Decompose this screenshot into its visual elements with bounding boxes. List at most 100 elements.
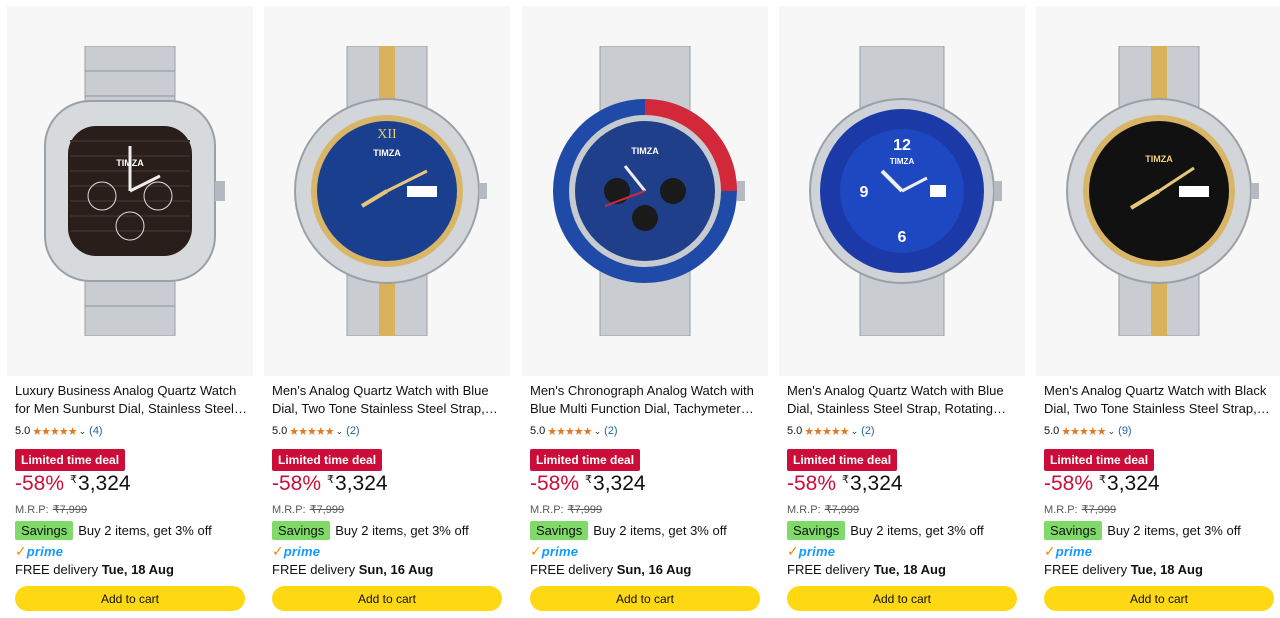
product-title[interactable]: Men's Analog Quartz Watch with Black Dia… [1044,382,1278,418]
svg-text:TIMZA: TIMZA [1145,154,1173,164]
star-rating-icon[interactable]: ★★★★★ [32,425,77,438]
savings-offer: Savings Buy 2 items, get 3% off [15,521,212,540]
add-to-cart-button[interactable]: Add to cart [272,586,502,611]
product-image[interactable]: TIMZA [7,6,253,376]
mrp-value: ₹7,999 [52,504,88,516]
svg-text:9: 9 [860,184,869,201]
product-title[interactable]: Men's Analog Quartz Watch with Blue Dial… [272,382,506,418]
product-image[interactable]: 12 9 6 TIMZA [779,6,1025,376]
product-card[interactable]: TIMZA XII Men's Analog Quartz Watch with… [264,6,510,618]
mrp: M.R.P: ₹7,999 [530,503,602,516]
product-image[interactable]: TIMZA [1036,6,1280,376]
delivery-info: FREE delivery Tue, 18 Aug [15,562,174,577]
prime-logo: ✓ prime [272,543,320,559]
savings-offer: Savings Buy 2 items, get 3% off [787,521,984,540]
mrp-label: M.R.P: [15,504,49,516]
savings-badge: Savings [272,521,331,540]
delivery-prefix: FREE delivery [15,562,99,577]
svg-text:TIMZA: TIMZA [373,148,401,158]
price: 3,324 [335,472,388,495]
prime-check-icon: ✓ [15,542,27,559]
add-to-cart-button[interactable]: Add to cart [1044,586,1274,611]
delivery-date: Tue, 18 Aug [101,562,174,577]
discount-percent: -58% [787,472,837,495]
rating[interactable]: 5.0 ★★★★★ ⌄ (2) [787,424,875,438]
prime-check-icon: ✓ [787,542,799,559]
star-rating-icon[interactable]: ★★★★★ [804,425,849,438]
mrp: M.R.P: ₹7,999 [1044,503,1116,516]
chevron-down-icon[interactable]: ⌄ [594,426,602,437]
price: 3,324 [78,472,131,495]
delivery-date: Sun, 16 Aug [358,562,434,577]
savings-badge: Savings [15,521,74,540]
rating[interactable]: 5.0 ★★★★★ ⌄ (2) [272,424,360,438]
product-card[interactable]: TIMZA Men's Analog Quartz Watch with Bla… [1036,6,1280,618]
star-rating-icon[interactable]: ★★★★★ [547,425,592,438]
deal-badge: Limited time deal [1044,449,1155,471]
chevron-down-icon[interactable]: ⌄ [79,426,87,437]
add-to-cart-button[interactable]: Add to cart [530,586,760,611]
rating-value: 5.0 [1044,425,1060,437]
product-image[interactable]: TIMZA [522,6,768,376]
product-image[interactable]: TIMZA XII [264,6,510,376]
add-to-cart-button[interactable]: Add to cart [787,586,1017,611]
price-line: -58% ₹ 3,324 [15,472,131,500]
savings-text: Buy 2 items, get 3% off [78,523,212,538]
product-card[interactable]: TIMZA Luxury Business Analog Quartz Watc… [7,6,253,618]
star-rating-icon[interactable]: ★★★★★ [1061,425,1106,438]
delivery-info: FREE delivery Sun, 16 Aug [272,562,433,577]
rating[interactable]: 5.0 ★★★★★ ⌄ (9) [1044,424,1132,438]
mrp-value: ₹7,999 [567,504,603,516]
prime-label: prime [1055,543,1093,559]
review-count-link[interactable]: (2) [861,425,874,437]
mrp-value: ₹7,999 [309,504,345,516]
prime-check-icon: ✓ [272,542,284,559]
delivery-prefix: FREE delivery [272,562,356,577]
mrp-label: M.R.P: [787,504,821,516]
delivery-date: Sun, 16 Aug [616,562,692,577]
review-count-link[interactable]: (2) [346,425,359,437]
product-title[interactable]: Luxury Business Analog Quartz Watch for … [15,382,249,418]
add-to-cart-button[interactable]: Add to cart [15,586,245,611]
delivery-date: Tue, 18 Aug [1130,562,1203,577]
price-line: -58% ₹ 3,324 [530,472,646,500]
price: 3,324 [593,472,646,495]
product-card[interactable]: 12 9 6 TIMZA Men's Analog Quartz Watch w… [779,6,1025,618]
delivery-info: FREE delivery Sun, 16 Aug [530,562,691,577]
chevron-down-icon[interactable]: ⌄ [336,426,344,437]
svg-text:XII: XII [377,127,397,142]
mrp: M.R.P: ₹7,999 [272,503,344,516]
savings-offer: Savings Buy 2 items, get 3% off [272,521,469,540]
discount-percent: -58% [1044,472,1094,495]
prime-check-icon: ✓ [1044,542,1056,559]
watch-image: TIMZA [44,46,225,336]
product-card[interactable]: TIMZA Men's Chronograph Analog Watch wit… [522,6,768,618]
product-title[interactable]: Men's Chronograph Analog Watch with Blue… [530,382,764,418]
product-title[interactable]: Men's Analog Quartz Watch with Blue Dial… [787,382,1021,418]
review-count-link[interactable]: (4) [89,425,102,437]
svg-text:TIMZA: TIMZA [116,158,144,168]
svg-text:6: 6 [898,229,907,246]
prime-logo: ✓ prime [1044,543,1092,559]
savings-text: Buy 2 items, get 3% off [850,523,984,538]
savings-text: Buy 2 items, get 3% off [335,523,469,538]
review-count-link[interactable]: (2) [604,425,617,437]
rating[interactable]: 5.0 ★★★★★ ⌄ (2) [530,424,618,438]
star-rating-icon[interactable]: ★★★★★ [289,425,334,438]
savings-badge: Savings [1044,521,1103,540]
currency-symbol: ₹ [70,474,78,486]
chevron-down-icon[interactable]: ⌄ [1108,426,1116,437]
svg-text:TIMZA: TIMZA [631,146,659,156]
rating-value: 5.0 [15,425,31,437]
rating-value: 5.0 [272,425,288,437]
svg-text:12: 12 [893,137,911,154]
rating[interactable]: 5.0 ★★★★★ ⌄ (4) [15,424,103,438]
mrp-label: M.R.P: [530,504,564,516]
svg-text:TIMZA: TIMZA [890,157,915,166]
review-count-link[interactable]: (9) [1118,425,1131,437]
savings-text: Buy 2 items, get 3% off [593,523,727,538]
watch-image: TIMZA XII [294,46,487,336]
watch-image: TIMZA [553,46,745,336]
chevron-down-icon[interactable]: ⌄ [851,426,859,437]
prime-label: prime [26,543,64,559]
